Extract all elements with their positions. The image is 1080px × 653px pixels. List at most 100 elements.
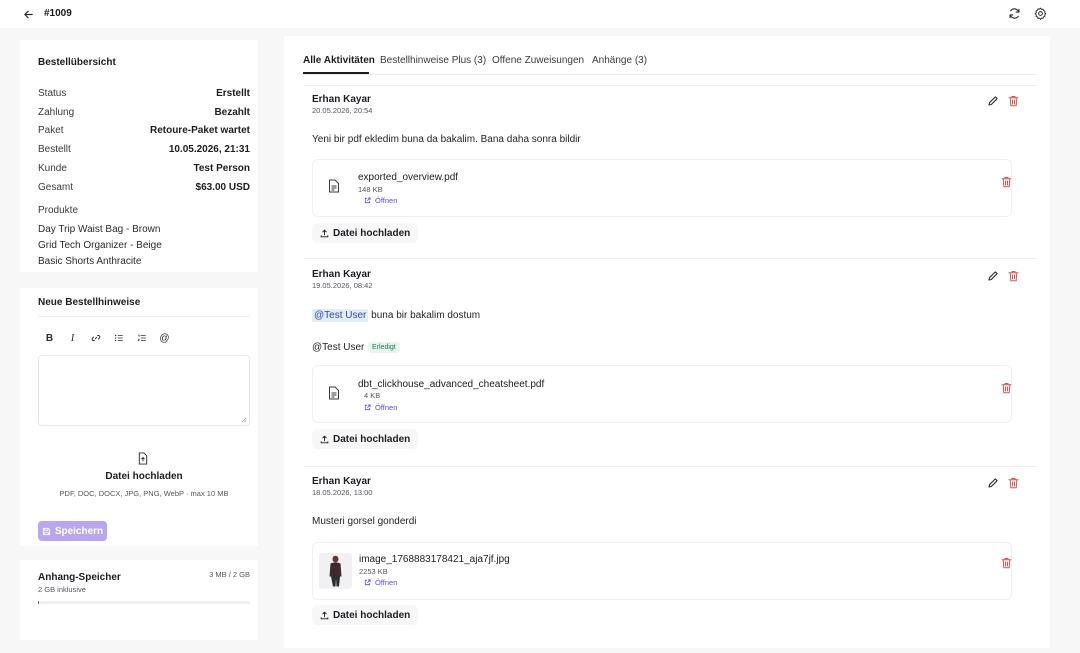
upload-icon bbox=[320, 435, 329, 443]
upload-hint: PDF, DOC, DOCX, JPG, PNG, WebP · max 10 … bbox=[59, 489, 229, 498]
divider bbox=[303, 466, 1037, 467]
edit-pencil-icon[interactable] bbox=[984, 92, 1002, 110]
storage-subtitle: 2 GB inklusive bbox=[38, 585, 86, 594]
bold-icon[interactable]: B bbox=[38, 328, 61, 348]
attachment-card bbox=[312, 159, 1012, 217]
attachment-name[interactable]: exported_overview.pdf bbox=[358, 172, 458, 183]
open-attachment-link[interactable]: Öffnen bbox=[364, 578, 397, 587]
mention-icon[interactable]: @ bbox=[153, 328, 176, 348]
upload-file-button[interactable]: Datei hochladen bbox=[312, 605, 419, 625]
open-attachment-link[interactable]: Öffnen bbox=[364, 196, 397, 205]
summary-value-package: Retoure-Paket wartet bbox=[149, 125, 250, 136]
activity-date: 19.05.2026, 08:42 bbox=[312, 281, 373, 290]
external-link-icon bbox=[364, 579, 371, 586]
storage-title: Anhang-Speicher bbox=[38, 572, 121, 583]
bullet-list-icon[interactable] bbox=[107, 328, 130, 348]
assignee-name: @Test User bbox=[312, 342, 365, 353]
attachment-card bbox=[312, 365, 1012, 423]
activity-author: Erhan Kayar bbox=[312, 269, 371, 280]
summary-label-payment: Zahlung bbox=[38, 107, 75, 118]
order-summary-panel bbox=[20, 40, 258, 272]
product-item: Grid Tech Organizer - Beige bbox=[38, 240, 162, 251]
delete-trash-icon[interactable] bbox=[1004, 267, 1022, 285]
italic-icon[interactable]: I bbox=[61, 328, 84, 348]
open-attachment-link[interactable]: Öffnen bbox=[364, 403, 397, 412]
summary-label-customer: Kunde bbox=[38, 163, 67, 174]
summary-value-ordered: 10.05.2026, 21:31 bbox=[168, 144, 250, 155]
upload-zone-title[interactable]: Datei hochladen bbox=[38, 471, 250, 482]
top-bar bbox=[0, 0, 1080, 28]
products-label: Produkte bbox=[38, 205, 79, 216]
edit-pencil-icon[interactable] bbox=[984, 267, 1002, 285]
mention-tag[interactable]: @Test User bbox=[312, 309, 369, 322]
summary-value-customer: Test Person bbox=[193, 163, 251, 174]
delete-attachment-icon[interactable] bbox=[997, 379, 1015, 397]
numbered-list-icon[interactable] bbox=[130, 328, 153, 348]
delete-attachment-icon[interactable] bbox=[997, 554, 1015, 572]
attachment-size: 2253 KB bbox=[359, 567, 388, 576]
summary-value-payment: Bezahlt bbox=[214, 107, 250, 118]
tab-open-assignments[interactable]: Offene Zuweisungen bbox=[492, 55, 584, 66]
attachment-card bbox=[312, 542, 1012, 600]
gear-icon[interactable] bbox=[1031, 4, 1049, 22]
upload-label: Datei hochladen bbox=[333, 609, 411, 621]
save-icon bbox=[42, 527, 50, 535]
upload-file-button[interactable]: Datei hochladen bbox=[312, 429, 419, 449]
product-item: Basic Shorts Anthracite bbox=[38, 256, 142, 267]
activity-author: Erhan Kayar bbox=[312, 476, 371, 487]
save-button[interactable]: Speichern bbox=[38, 521, 107, 541]
upload-file-button[interactable]: Datei hochladen bbox=[312, 223, 419, 243]
summary-title: Bestellübersicht bbox=[38, 57, 116, 68]
delete-attachment-icon[interactable] bbox=[997, 173, 1015, 191]
open-label: Öffnen bbox=[375, 578, 398, 587]
summary-value-status: Erstellt bbox=[216, 88, 250, 99]
link-icon[interactable] bbox=[84, 328, 107, 348]
active-tab-indicator bbox=[303, 72, 369, 74]
document-icon bbox=[328, 179, 340, 196]
refresh-icon[interactable] bbox=[1005, 4, 1023, 22]
external-link-icon bbox=[364, 197, 371, 204]
editor-toolbar: B I @ bbox=[38, 328, 176, 348]
open-label: Öffnen bbox=[375, 403, 398, 412]
delete-trash-icon[interactable] bbox=[1004, 92, 1022, 110]
status-badge: Erledigt bbox=[368, 342, 400, 353]
summary-label-status: Status bbox=[38, 88, 67, 99]
document-icon bbox=[328, 386, 340, 403]
summary-label-ordered: Bestellt bbox=[38, 144, 71, 155]
back-arrow-icon[interactable] bbox=[19, 5, 37, 23]
upload-icon bbox=[320, 611, 329, 619]
attachment-name[interactable]: image_1768883178421_aja7jf.jpg bbox=[359, 554, 510, 565]
activity-message-line: @Test User buna bir bakalim dostum bbox=[312, 309, 481, 322]
image-thumbnail[interactable] bbox=[319, 553, 352, 589]
storage-usage: 3 MB / 2 GB bbox=[209, 570, 250, 579]
tab-all-activities[interactable]: Alle Aktivitäten bbox=[303, 55, 375, 66]
activity-date: 18.05.2026, 13:00 bbox=[312, 488, 373, 497]
summary-label-package: Paket bbox=[38, 125, 64, 136]
tab-attachments[interactable]: Anhänge (3) bbox=[592, 55, 647, 66]
divider bbox=[38, 316, 250, 317]
storage-progress-track bbox=[38, 601, 250, 604]
file-upload-icon[interactable] bbox=[137, 452, 149, 468]
tab-order-notes-plus[interactable]: Bestellhinweise Plus (3) bbox=[380, 55, 486, 66]
product-item: Day Trip Waist Bag - Brown bbox=[38, 224, 161, 235]
attachment-size: 4 KB bbox=[364, 391, 381, 400]
open-label: Öffnen bbox=[375, 196, 398, 205]
upload-icon bbox=[320, 229, 329, 237]
delete-trash-icon[interactable] bbox=[1004, 474, 1022, 492]
upload-label: Datei hochladen bbox=[333, 433, 411, 445]
activity-message: Yeni bir pdf ekledim buna da bakalim. Ba… bbox=[312, 134, 581, 145]
attachment-name[interactable]: dbt_clickhouse_advanced_cheatsheet.pdf bbox=[358, 379, 544, 390]
notes-editor[interactable] bbox=[38, 355, 250, 426]
external-link-icon bbox=[364, 404, 371, 411]
order-id: #1009 bbox=[44, 8, 72, 19]
edit-pencil-icon[interactable] bbox=[984, 474, 1002, 492]
summary-value-total: $63.00 USD bbox=[195, 182, 250, 193]
divider bbox=[303, 258, 1037, 259]
activity-message: buna bir bakalim dostum bbox=[371, 310, 481, 321]
storage-progress-fill bbox=[38, 601, 39, 604]
summary-label-total: Gesamt bbox=[38, 182, 74, 193]
attachment-size: 148 KB bbox=[358, 185, 383, 194]
activity-author: Erhan Kayar bbox=[312, 94, 371, 105]
activity-date: 20.05.2026, 20:54 bbox=[312, 106, 373, 115]
upload-label: Datei hochladen bbox=[333, 227, 411, 239]
